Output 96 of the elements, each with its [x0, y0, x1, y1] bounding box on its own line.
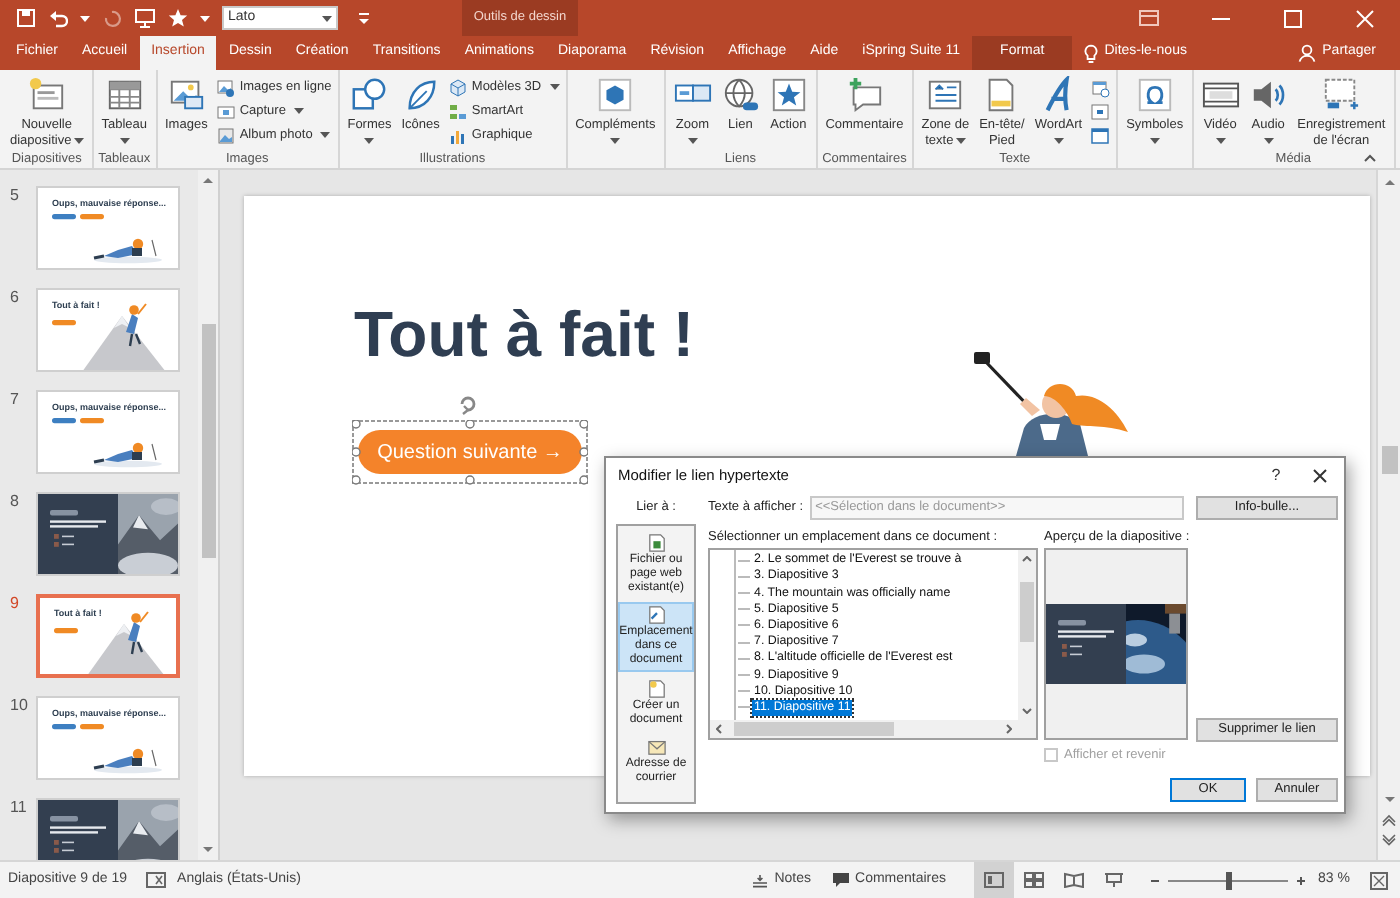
fit-to-window-icon[interactable] — [1370, 871, 1388, 889]
document-link-icon — [647, 606, 665, 625]
symbol-icon — [1135, 76, 1174, 114]
envelope-icon — [647, 738, 665, 757]
window-icon — [1090, 125, 1111, 145]
accessibility-icon[interactable] — [145, 872, 166, 888]
new-slide-icon — [27, 76, 66, 114]
slide-number-icon — [1090, 101, 1111, 121]
scroll-thumb[interactable] — [1381, 446, 1397, 474]
diagram-icon — [447, 101, 468, 121]
caret-icon — [610, 137, 621, 143]
slide-number: 10 — [8, 696, 30, 714]
notes-icon — [752, 873, 769, 887]
caret-icon — [549, 84, 560, 90]
location-tree[interactable] — [708, 548, 1038, 740]
caret-icon — [1149, 137, 1160, 143]
bar-chart-icon — [447, 125, 468, 145]
caret-icon — [200, 15, 210, 21]
caret-icon — [320, 132, 331, 138]
slide-number: 8 — [8, 492, 21, 510]
zoom-slider[interactable] — [1168, 871, 1289, 889]
add-in-icon — [596, 76, 635, 114]
selection-frame[interactable] — [352, 420, 588, 486]
scroll-thumb[interactable] — [734, 722, 894, 736]
speaker-icon — [1249, 76, 1288, 114]
slide-number: 7 — [8, 390, 21, 408]
slide-number: 5 — [8, 186, 21, 204]
caret-icon — [73, 137, 84, 144]
screenshot-icon — [215, 101, 236, 121]
caret-icon — [322, 15, 332, 21]
scroll-down-icon[interactable] — [1022, 708, 1032, 714]
close-icon[interactable] — [1353, 7, 1375, 29]
slide-thumbnail[interactable] — [36, 492, 180, 576]
globe-link-icon — [721, 76, 760, 114]
zoom-slider-thumb[interactable] — [1226, 871, 1233, 889]
slide-title: Tout à fait ! — [354, 296, 695, 372]
scroll-down-icon[interactable] — [202, 846, 214, 854]
save-icon[interactable] — [16, 8, 36, 28]
caret-icon — [364, 137, 375, 143]
scroll-down-icon[interactable] — [1383, 796, 1395, 804]
zoom-out-icon[interactable] — [1150, 875, 1161, 885]
caret-icon — [293, 108, 304, 114]
next-slide-icon[interactable] — [1382, 834, 1396, 848]
help-button[interactable]: ? — [1256, 463, 1296, 487]
ribbon-icon-button[interactable] — [1088, 100, 1113, 122]
previous-slide-icon[interactable] — [1382, 812, 1396, 826]
normal-view-icon — [984, 872, 1005, 888]
document-icon — [647, 534, 665, 552]
new-document-icon — [647, 679, 665, 698]
reading-view-icon — [1064, 872, 1085, 888]
caret-icon — [1053, 137, 1064, 143]
ribbon-icon-button[interactable] — [1088, 76, 1113, 98]
person-icon — [1298, 44, 1317, 62]
scroll-right-icon[interactable] — [1006, 724, 1012, 734]
scroll-thumb[interactable] — [1020, 582, 1034, 642]
collapse-ribbon-icon[interactable] — [1364, 154, 1376, 162]
star-icon[interactable] — [168, 8, 188, 28]
slide-sorter-icon — [1024, 872, 1045, 888]
ribbon-display-icon[interactable] — [1137, 7, 1159, 29]
close-icon — [1312, 467, 1328, 483]
caret-icon — [1215, 137, 1226, 143]
slide-number: 9 — [8, 594, 21, 612]
photo-album-icon — [215, 125, 236, 145]
caret-icon — [119, 137, 130, 143]
add-comment-icon — [845, 76, 884, 114]
slide-number: 6 — [8, 288, 21, 306]
comment-icon — [831, 872, 850, 888]
cube-icon — [447, 77, 468, 97]
caret-icon — [955, 137, 966, 144]
caret-icon — [1263, 137, 1274, 143]
customize-icon[interactable] — [358, 10, 370, 26]
scroll-up-icon[interactable] — [202, 176, 214, 184]
calendar-icon — [1090, 77, 1111, 97]
picture-icon — [167, 76, 206, 114]
maximize-icon[interactable] — [1281, 7, 1303, 29]
screen-recording-icon — [1322, 76, 1361, 114]
lightbulb-icon — [1084, 43, 1099, 63]
scroll-up-icon[interactable] — [1383, 178, 1395, 186]
online-picture-icon — [215, 77, 236, 97]
caret-icon — [687, 137, 698, 143]
slide-thumbnail[interactable] — [36, 798, 180, 860]
undo-icon[interactable] — [48, 8, 68, 28]
scroll-thumb[interactable] — [201, 324, 215, 558]
zoom-in-icon[interactable] — [1296, 875, 1307, 885]
slide-number: 11 — [8, 798, 29, 816]
view-button[interactable] — [974, 862, 1015, 898]
text-box-icon — [926, 76, 965, 114]
rotate-handle-icon[interactable] — [456, 392, 480, 416]
slideshow-icon — [1104, 872, 1125, 888]
presentation-icon[interactable] — [134, 8, 156, 28]
caret-icon — [80, 15, 90, 21]
shapes-icon — [350, 76, 389, 114]
table-icon — [105, 76, 144, 114]
scroll-up-icon[interactable] — [1022, 556, 1032, 562]
ribbon-icon-button[interactable] — [1088, 124, 1113, 146]
scroll-left-icon[interactable] — [716, 724, 722, 734]
